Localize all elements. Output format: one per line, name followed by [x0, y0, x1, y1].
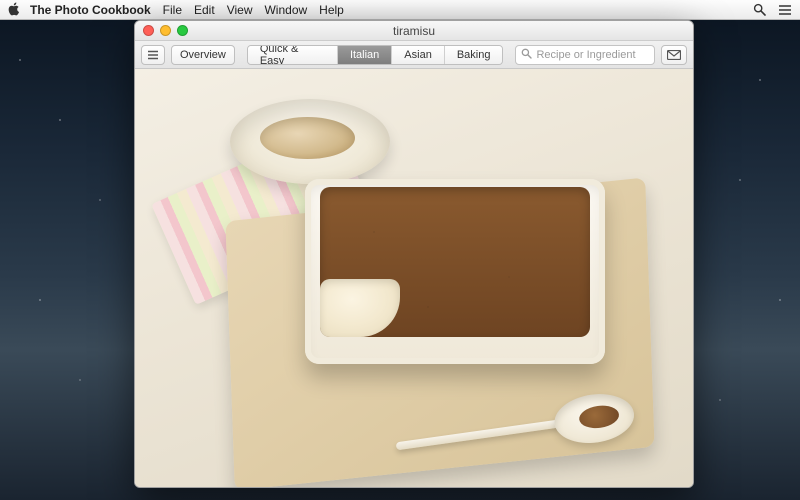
recipe-photo: [135, 69, 693, 487]
share-mail-button[interactable]: [661, 45, 687, 65]
tab-italian[interactable]: Italian: [338, 46, 392, 64]
tab-quick-easy[interactable]: Quick & Easy: [248, 46, 338, 64]
tab-baking[interactable]: Baking: [445, 46, 503, 64]
menu-window[interactable]: Window: [264, 3, 307, 17]
system-menubar: The Photo Cookbook File Edit View Window…: [0, 0, 800, 20]
window-minimize-button[interactable]: [160, 25, 171, 36]
toolbar: Overview Quick & Easy Italian Asian Baki…: [135, 41, 693, 69]
search-field[interactable]: [515, 45, 655, 65]
window-title: tiramisu: [135, 24, 693, 38]
search-icon: [521, 46, 532, 64]
photo-serving-bowl: [230, 99, 390, 184]
apple-menu[interactable]: [8, 2, 20, 18]
tab-asian[interactable]: Asian: [392, 46, 445, 64]
menu-extra-icon[interactable]: [778, 4, 792, 16]
window-traffic-lights: [135, 25, 188, 36]
search-input[interactable]: [536, 49, 649, 61]
menu-edit[interactable]: Edit: [194, 3, 215, 17]
app-window: tiramisu Overview Quick & Easy Italian A…: [134, 20, 694, 488]
menubar-app-name[interactable]: The Photo Cookbook: [30, 3, 151, 17]
recipe-photo-area: [135, 69, 693, 487]
window-close-button[interactable]: [143, 25, 154, 36]
window-zoom-button[interactable]: [177, 25, 188, 36]
sidebar-toggle-button[interactable]: [141, 45, 165, 65]
category-segmented-control: Quick & Easy Italian Asian Baking: [247, 45, 504, 65]
window-titlebar[interactable]: tiramisu: [135, 21, 693, 41]
menu-file[interactable]: File: [163, 3, 182, 17]
overview-button[interactable]: Overview: [171, 45, 235, 65]
spotlight-icon[interactable]: [753, 3, 766, 16]
desktop-background: The Photo Cookbook File Edit View Window…: [0, 0, 800, 500]
menu-help[interactable]: Help: [319, 3, 344, 17]
menu-view[interactable]: View: [227, 3, 253, 17]
